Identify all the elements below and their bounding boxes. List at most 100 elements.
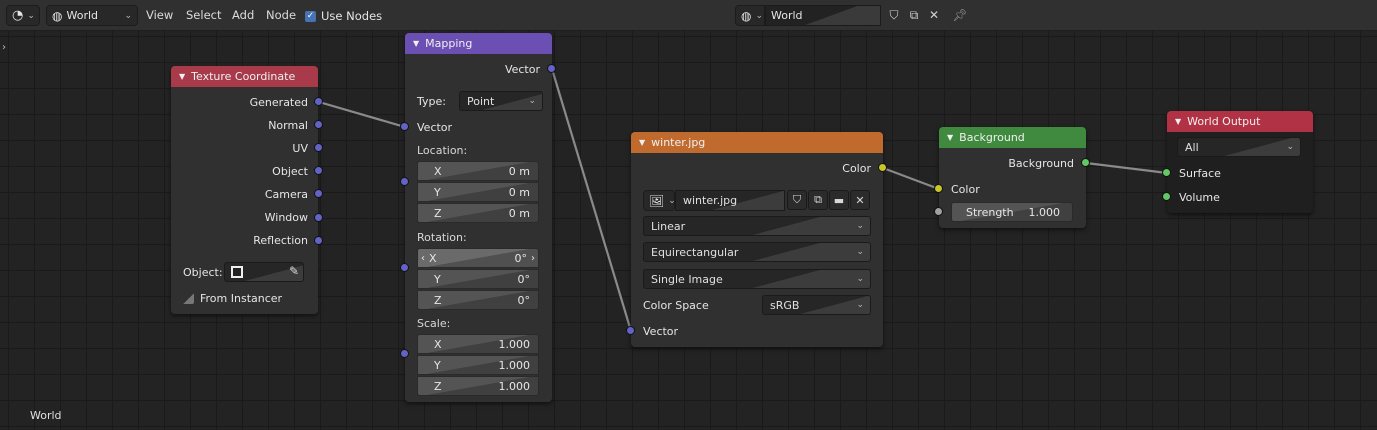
type-dropdown[interactable]: Point ⌄	[459, 91, 543, 111]
fake-user-shield-icon[interactable]: ⛉	[787, 190, 807, 210]
axis-label: X	[429, 251, 437, 265]
image-browse-button[interactable]: 🖼︎ ⌄	[643, 190, 676, 211]
output-color-label: Color	[842, 161, 871, 175]
node-header[interactable]: ▼ World Output	[1167, 111, 1313, 132]
collapse-triangle-icon[interactable]: ▼	[1175, 117, 1181, 126]
image-name-field[interactable]: winter.jpg	[675, 190, 785, 211]
world-browse-button[interactable]: ◍ ⌄	[735, 5, 765, 26]
from-instancer-checkbox[interactable]: From Instancer	[183, 292, 282, 305]
pin-icon[interactable]: 📌︎	[951, 5, 969, 25]
socket-strength[interactable]	[934, 207, 943, 216]
collapse-triangle-icon[interactable]: ▼	[413, 39, 419, 48]
socket-scale[interactable]	[400, 349, 409, 358]
socket-generated[interactable]	[314, 97, 323, 106]
texture-coordinate-node[interactable]: ▼ Texture Coordinate Generated Normal UV…	[171, 66, 318, 314]
projection-dropdown[interactable]: Equirectangular ⌄	[643, 242, 871, 262]
socket-camera[interactable]	[314, 189, 323, 198]
socket-location[interactable]	[400, 177, 409, 186]
socket-background-input-color[interactable]	[934, 184, 943, 193]
rotation-z-field[interactable]: Z 0°	[417, 290, 539, 310]
axis-label: Y	[434, 185, 441, 199]
socket-output-surface[interactable]	[1162, 168, 1171, 177]
background-node[interactable]: ▼ Background Background Color Strength 1…	[939, 127, 1086, 228]
strength-field[interactable]: Strength 1.000	[951, 202, 1073, 222]
shader-type-label: World	[66, 9, 99, 22]
socket-mapping-output-vector[interactable]	[547, 64, 556, 73]
socket-object[interactable]	[314, 166, 323, 175]
collapse-triangle-icon[interactable]: ▼	[639, 138, 645, 147]
image-texture-node[interactable]: ▼ winter.jpg Color 🖼︎ ⌄ winter.jpg ⛉ ⧉ ▬…	[631, 132, 883, 347]
chevron-down-icon: ⌄	[528, 96, 536, 106]
collapse-triangle-icon[interactable]: ▼	[179, 72, 185, 81]
socket-background-output[interactable]	[1081, 158, 1090, 167]
close-icon[interactable]: ✕	[925, 5, 943, 25]
rotation-y-field[interactable]: Y 0°	[417, 269, 539, 289]
output-reflection: Reflection	[253, 233, 308, 247]
location-z-field[interactable]: Z 0 m	[417, 203, 539, 223]
socket-uv[interactable]	[314, 143, 323, 152]
sidebar-toggle-arrow[interactable]: ›	[2, 42, 6, 53]
interpolation-dropdown[interactable]: Linear ⌄	[643, 216, 871, 236]
axis-label: Y	[434, 272, 441, 286]
increment-arrow-icon[interactable]: ›	[531, 253, 535, 264]
menu-add[interactable]: Add	[232, 8, 254, 22]
use-nodes-toggle[interactable]: ✓ Use Nodes	[305, 9, 382, 23]
shader-type-dropdown[interactable]: ◍ World ⌄	[46, 5, 138, 26]
link-color-to-background	[882, 166, 940, 191]
fake-user-shield-icon[interactable]: ⛉	[885, 5, 903, 25]
world-icon: ◍	[52, 8, 63, 23]
scale-y-field[interactable]: Y 1.000	[417, 355, 539, 375]
object-picker-field[interactable]: ✎	[224, 262, 304, 282]
location-y-field[interactable]: Y 0 m	[417, 182, 539, 202]
socket-output-volume[interactable]	[1162, 192, 1171, 201]
node-header[interactable]: ▼ Background	[939, 127, 1086, 148]
world-name-field[interactable]: World	[765, 5, 881, 26]
chevron-down-icon: ⌄	[27, 10, 35, 21]
object-icon	[231, 266, 243, 278]
close-icon[interactable]: ✕	[850, 190, 870, 210]
menu-select[interactable]: Select	[186, 8, 221, 22]
field-value: 0°	[517, 272, 531, 286]
axis-label: X	[434, 337, 442, 351]
chevron-down-icon: ⌄	[755, 10, 764, 21]
world-output-node[interactable]: ▼ World Output All ⌄ Surface Volume	[1167, 111, 1313, 213]
field-value: 0°	[517, 293, 531, 307]
node-title: Background	[959, 131, 1025, 144]
source-dropdown[interactable]: Single Image ⌄	[643, 269, 871, 289]
output-background-label: Background	[1008, 156, 1074, 170]
socket-reflection[interactable]	[314, 236, 323, 245]
node-header[interactable]: ▼ winter.jpg	[631, 132, 883, 153]
projection-value: Equirectangular	[651, 245, 739, 259]
type-label: Type:	[417, 94, 446, 108]
input-volume-label: Volume	[1179, 190, 1220, 204]
menu-node[interactable]: Node	[266, 8, 296, 22]
socket-rotation[interactable]	[400, 263, 409, 272]
context-label: World	[30, 409, 62, 422]
open-folder-icon[interactable]: ▬	[829, 190, 849, 210]
menu-view[interactable]: View	[146, 8, 173, 22]
color-space-dropdown[interactable]: sRGB ⌄	[762, 295, 871, 315]
scale-z-field[interactable]: Z 1.000	[417, 376, 539, 396]
socket-window[interactable]	[314, 213, 323, 222]
scale-x-field[interactable]: X 1.000	[417, 334, 539, 354]
collapse-triangle-icon[interactable]: ▼	[947, 133, 953, 142]
decrement-arrow-icon[interactable]: ‹	[421, 253, 425, 264]
strength-value: 1.000	[1028, 205, 1061, 219]
socket-mapping-input-vector[interactable]	[400, 122, 409, 131]
location-x-field[interactable]: X 0 m	[417, 161, 539, 181]
mapping-node[interactable]: ▼ Mapping Vector Type: Point ⌄ Vector Lo…	[405, 33, 552, 402]
duplicate-icon[interactable]: ⧉	[808, 190, 828, 210]
checkbox-icon	[183, 293, 194, 304]
node-header[interactable]: ▼ Texture Coordinate	[171, 66, 318, 87]
rotation-x-field[interactable]: ‹ X 0° ›	[417, 248, 539, 268]
duplicate-icon[interactable]: ⧉	[905, 5, 923, 25]
input-vector-label: Vector	[417, 120, 453, 134]
editor-type-button[interactable]: ◔ ⌄	[6, 5, 40, 26]
field-value: 0 m	[508, 164, 530, 178]
target-dropdown[interactable]: All ⌄	[1177, 137, 1301, 157]
node-header[interactable]: ▼ Mapping	[405, 33, 552, 54]
socket-normal[interactable]	[314, 120, 323, 129]
eyedropper-icon[interactable]: ✎	[289, 264, 299, 278]
socket-image-input-vector[interactable]	[626, 326, 635, 335]
socket-image-output-color[interactable]	[878, 163, 887, 172]
